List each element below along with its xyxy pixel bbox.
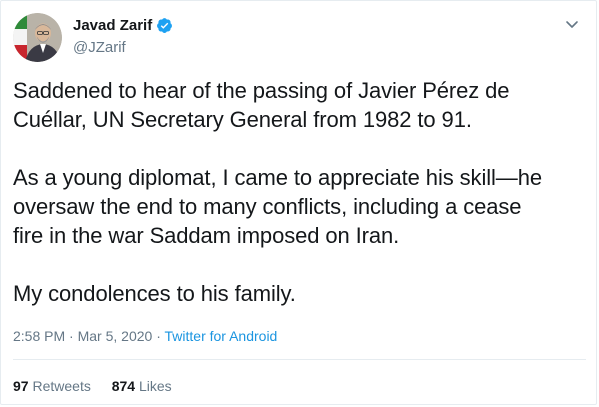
tweet-stats: 97 Retweets 874 Likes <box>13 378 189 394</box>
chevron-down-icon[interactable] <box>564 16 580 32</box>
separator-dot: · <box>156 328 161 344</box>
avatar-photo <box>13 13 62 62</box>
tweet-line: As a young diplomat, I came to appreciat… <box>13 165 542 190</box>
retweets-label: Retweets <box>32 378 91 394</box>
likes-count: 874 <box>111 378 136 394</box>
author-display-name[interactable]: Javad Zarif <box>73 17 152 34</box>
tweet-paragraph: As a young diplomat, I came to appreciat… <box>13 163 583 250</box>
tweet-line: oversaw the end to many conflicts, inclu… <box>13 194 522 219</box>
tweet-line: fire in the war Saddam imposed on Iran. <box>13 223 400 248</box>
tweet-source-link[interactable]: Twitter for Android <box>165 328 278 344</box>
retweets-stat[interactable]: 97 Retweets <box>13 378 91 394</box>
author-handle[interactable]: @JZarif <box>73 39 126 56</box>
likes-stat[interactable]: 874 Likes <box>112 378 172 394</box>
tweet-metadata: 2:58 PM · Mar 5, 2020 · Twitter for Andr… <box>13 328 277 344</box>
tweet-card: Javad Zarif @JZarif Saddened to hear of … <box>0 0 597 405</box>
likes-label: Likes <box>138 378 172 394</box>
tweet-line: My condolences to his family. <box>13 281 296 306</box>
retweets-count: 97 <box>13 378 29 394</box>
divider <box>13 359 586 360</box>
separator-dot: · <box>69 328 74 344</box>
tweet-line: Cuéllar, UN Secretary General from 1982 … <box>13 107 472 132</box>
tweet-date[interactable]: Mar 5, 2020 <box>78 328 153 344</box>
tweet-time[interactable]: 2:58 PM <box>13 328 65 344</box>
tweet-paragraph: Saddened to hear of the passing of Javie… <box>13 76 583 134</box>
tweet-text: Saddened to hear of the passing of Javie… <box>13 76 583 308</box>
author-name-row[interactable]: Javad Zarif <box>73 17 173 34</box>
verified-badge-icon <box>156 17 173 34</box>
tweet-paragraph: My condolences to his family. <box>13 279 583 308</box>
tweet-line: Saddened to hear of the passing of Javie… <box>13 78 510 103</box>
avatar[interactable] <box>13 13 62 62</box>
